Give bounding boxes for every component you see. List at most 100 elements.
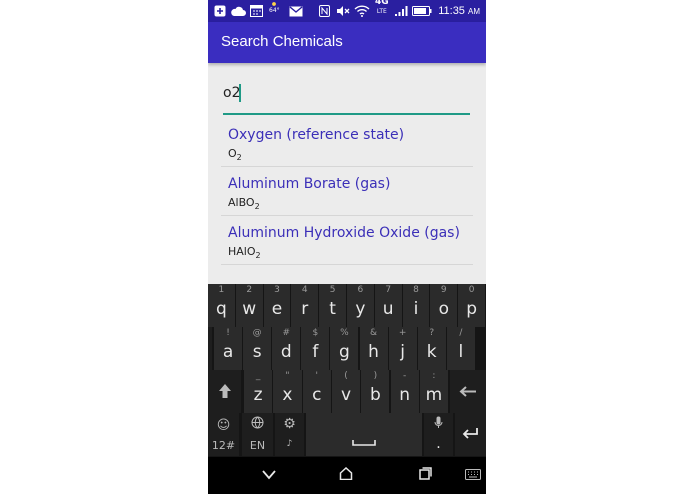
key-hint: + <box>398 328 407 338</box>
recents-icon[interactable] <box>413 465 437 485</box>
weather-temp: 64° <box>269 7 280 14</box>
settings-key[interactable]: ⚙ ♪ <box>275 413 305 456</box>
signal-icon <box>394 4 408 18</box>
key-i[interactable]: 8i <box>402 284 431 327</box>
key-label: f <box>312 342 319 362</box>
enter-icon <box>462 428 478 439</box>
search-underline <box>223 113 470 115</box>
result-item-oxygen[interactable]: Oxygen (reference state) O2 <box>221 118 473 167</box>
key-w[interactable]: 2w <box>235 284 264 327</box>
symbols-key[interactable]: ☺ 12# <box>208 413 240 456</box>
language-key[interactable]: EN <box>242 413 274 456</box>
key-label: i <box>413 299 419 319</box>
key-hint: 3 <box>274 285 280 295</box>
key-m[interactable]: :m <box>419 370 450 413</box>
battery-icon <box>412 4 432 18</box>
key-p[interactable]: 0p <box>458 284 486 327</box>
result-name: Oxygen (reference state) <box>228 127 405 143</box>
add-box-icon <box>214 4 226 18</box>
key-h[interactable]: & h <box>359 327 389 370</box>
key-label: u <box>382 299 394 319</box>
result-formula: O2 <box>228 147 242 162</box>
key-hint: $ <box>312 328 319 338</box>
key-label: v <box>341 385 352 405</box>
key-label: c <box>312 385 322 405</box>
key-hint: 0 <box>468 285 475 295</box>
result-formula: AlBO2 <box>228 196 260 211</box>
key-hint: 8 <box>413 285 419 295</box>
keyboard-row-3: _ z " x ' c(v) b - n: m <box>208 370 486 413</box>
back-icon[interactable] <box>257 465 281 485</box>
key-label: m <box>425 385 443 405</box>
key-l[interactable]: / l <box>446 327 476 370</box>
key-hint: : <box>432 371 436 381</box>
nfc-icon <box>319 4 330 18</box>
network-sub-label: LTE <box>376 8 387 15</box>
enter-key[interactable] <box>455 413 486 456</box>
shift-icon <box>219 384 231 398</box>
keyboard-row-1: 1q2w3e4r5t6y7u8i9o0p <box>208 284 486 327</box>
key-r[interactable]: 4r <box>291 284 320 327</box>
mute-icon <box>336 4 350 18</box>
keyboard-icon[interactable] <box>461 465 485 485</box>
key-q[interactable]: 1q <box>208 284 236 327</box>
key-u[interactable]: 7u <box>374 284 403 327</box>
smiley-icon: ☺ <box>216 418 231 433</box>
key-label: d <box>280 342 292 362</box>
text-caret <box>239 84 241 102</box>
symbols-key-label: 12# <box>211 439 236 452</box>
key-hint: / <box>459 328 463 338</box>
status-time: 11:35 AM <box>438 5 480 17</box>
key-label: h <box>368 342 379 362</box>
key-label: y <box>355 299 366 319</box>
key-x[interactable]: " x <box>273 370 303 413</box>
key-f[interactable]: $ f <box>301 327 331 370</box>
language-key-label: EN <box>249 439 266 452</box>
key-hint: 1 <box>218 285 225 295</box>
space-key[interactable] <box>306 413 423 456</box>
key-label: r <box>301 299 309 319</box>
key-n[interactable]: -n <box>390 370 420 413</box>
space-bar-icon <box>352 440 376 446</box>
key-hint: % <box>340 328 349 338</box>
period-key-label: . <box>436 436 441 452</box>
key-c[interactable]: ' c <box>302 370 332 413</box>
formula-main: O <box>228 147 237 160</box>
weather-icon: 64° <box>269 1 280 15</box>
gear-icon: ⚙ <box>283 416 296 432</box>
key-t[interactable]: 5t <box>319 284 347 327</box>
key-s[interactable]: @ s <box>243 327 273 370</box>
key-k[interactable]: ? k <box>417 327 447 370</box>
key-a[interactable]: ! a <box>214 327 244 370</box>
network-type: 4G LTE <box>375 0 389 15</box>
key-e[interactable]: 3e <box>263 284 292 327</box>
key-b[interactable]: ) b <box>361 370 391 413</box>
result-item-aluminum-borate[interactable]: Aluminum Borate (gas) AlBO2 <box>221 167 473 216</box>
key-hint: - <box>403 371 407 381</box>
backspace-key[interactable] <box>450 370 486 413</box>
shift-key[interactable] <box>208 370 242 413</box>
key-label: n <box>399 385 411 405</box>
key-d[interactable]: # d <box>272 327 302 370</box>
formula-subscript: 2 <box>254 202 260 212</box>
result-item-aluminum-hydroxide-oxide[interactable]: Aluminum Hydroxide Oxide (gas) HAlO2 <box>221 216 473 265</box>
key-hint: " <box>285 371 290 381</box>
key-j[interactable]: + j <box>388 327 418 370</box>
search-input[interactable] <box>223 82 470 104</box>
key-label: p <box>466 299 477 319</box>
key-y[interactable]: 6y <box>347 284 375 327</box>
key-hint: ( <box>344 371 348 381</box>
key-z[interactable]: _ z <box>244 370 274 413</box>
key-g[interactable]: % g <box>330 327 360 370</box>
period-key[interactable]: . <box>424 413 454 456</box>
keyboard-row-4: ☺ 12# EN ⚙ ♪ . <box>208 413 486 456</box>
globe-icon <box>242 416 273 433</box>
key-o[interactable]: 9o <box>430 284 459 327</box>
key-v[interactable]: (v <box>331 370 362 413</box>
home-icon[interactable] <box>334 465 358 485</box>
settings-key-hint: ♪ <box>286 439 293 449</box>
key-hint: @ <box>252 328 262 338</box>
key-hint: ! <box>226 328 230 338</box>
key-hint: _ <box>255 371 261 381</box>
result-name: Aluminum Borate (gas) <box>228 176 391 192</box>
